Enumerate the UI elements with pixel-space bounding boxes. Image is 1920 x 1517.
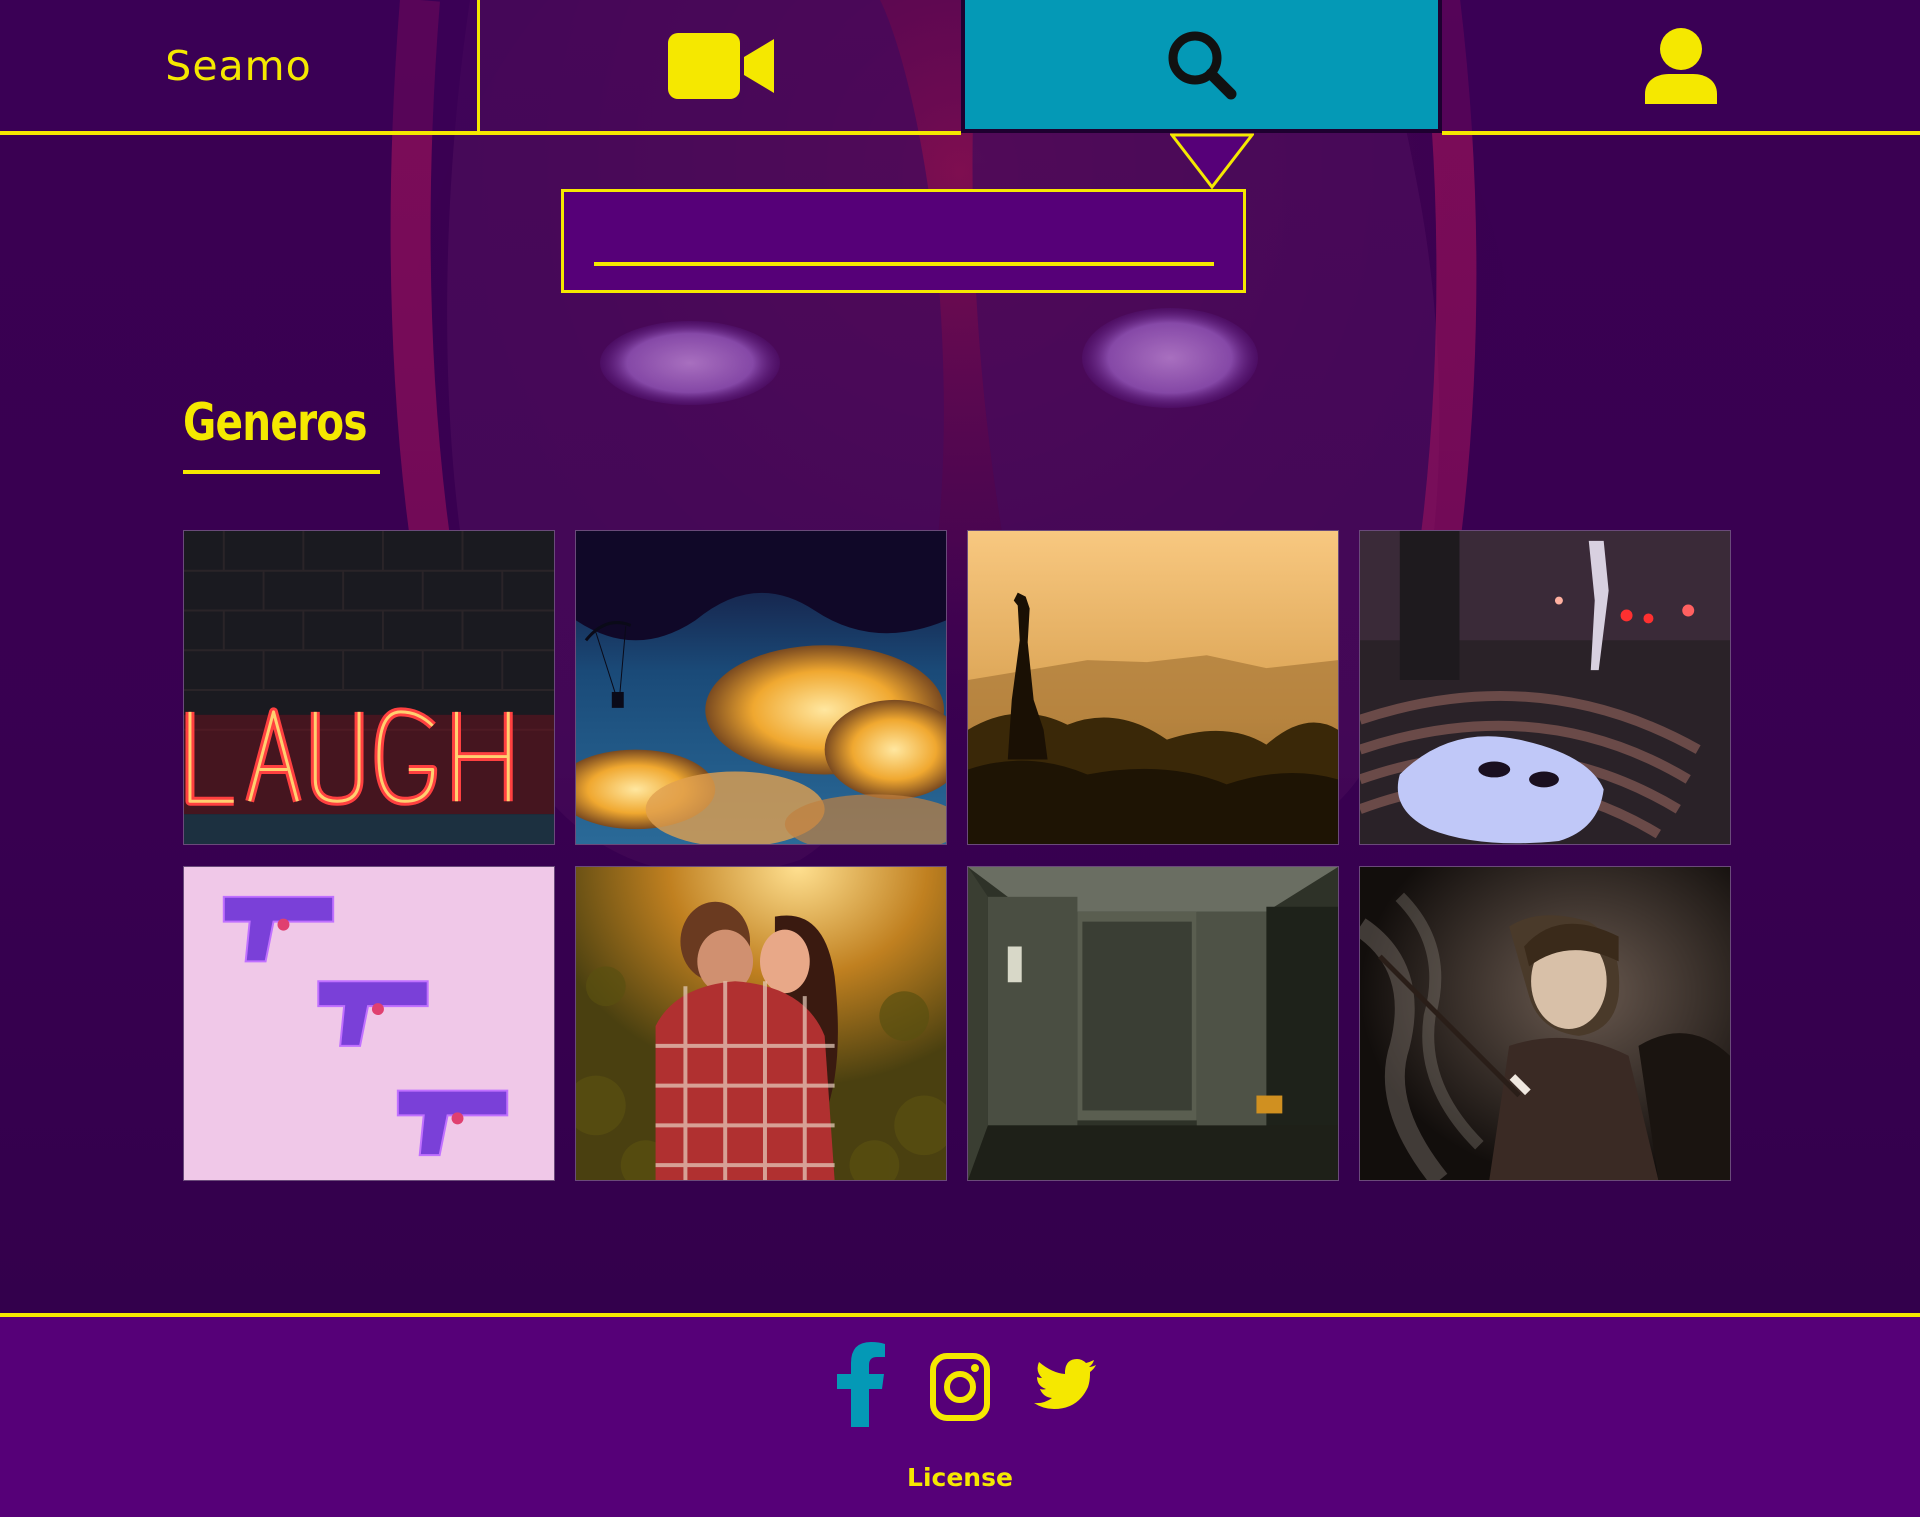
section-title-underline [183, 470, 380, 474]
brand-home-link[interactable]: Seamo [0, 0, 480, 135]
genre-grid [183, 530, 1732, 1181]
twitter-link[interactable] [1034, 1342, 1096, 1427]
brand-name: Seamo [165, 41, 312, 90]
facebook-icon [837, 1342, 885, 1427]
search-icon [1168, 31, 1236, 99]
section-title: Generos [183, 393, 368, 453]
search-panel [561, 189, 1246, 293]
video-camera-icon [667, 32, 774, 99]
facebook-link[interactable] [833, 1342, 889, 1427]
giraffe-sunset-image [968, 531, 1338, 844]
search-dropdown-pointer [1170, 133, 1254, 189]
genre-tile-action[interactable] [183, 866, 555, 1181]
genre-tile-romance[interactable] [575, 866, 947, 1181]
laugh-neon-image [184, 531, 554, 844]
nav-search-tab[interactable] [961, 0, 1442, 133]
couple-embrace-image [576, 867, 946, 1180]
top-nav: Seamo [0, 0, 1920, 135]
genre-tile-horror[interactable] [967, 866, 1339, 1181]
nav-user-tab[interactable] [1442, 0, 1920, 135]
genre-tile-adventure[interactable] [575, 530, 947, 845]
water-pistols-image [184, 867, 554, 1180]
user-icon [1645, 27, 1717, 104]
instagram-link[interactable] [928, 1342, 992, 1427]
license-link[interactable]: License [860, 1463, 1060, 1492]
parachutist-clouds-image [576, 531, 946, 844]
twitter-icon [1034, 1358, 1096, 1409]
mask-street-image [1360, 531, 1730, 844]
genre-tile-noir[interactable] [1359, 866, 1731, 1181]
abandoned-elevator-image [968, 867, 1338, 1180]
genre-tile-mystery[interactable] [1359, 530, 1731, 845]
instagram-icon [930, 1352, 990, 1421]
genre-tile-laugh-neon[interactable] [183, 530, 555, 845]
noir-woman-image [1360, 867, 1730, 1180]
nav-videos-tab[interactable] [480, 0, 961, 135]
genre-tile-documentary[interactable] [967, 530, 1339, 845]
search-input[interactable] [594, 232, 1214, 266]
